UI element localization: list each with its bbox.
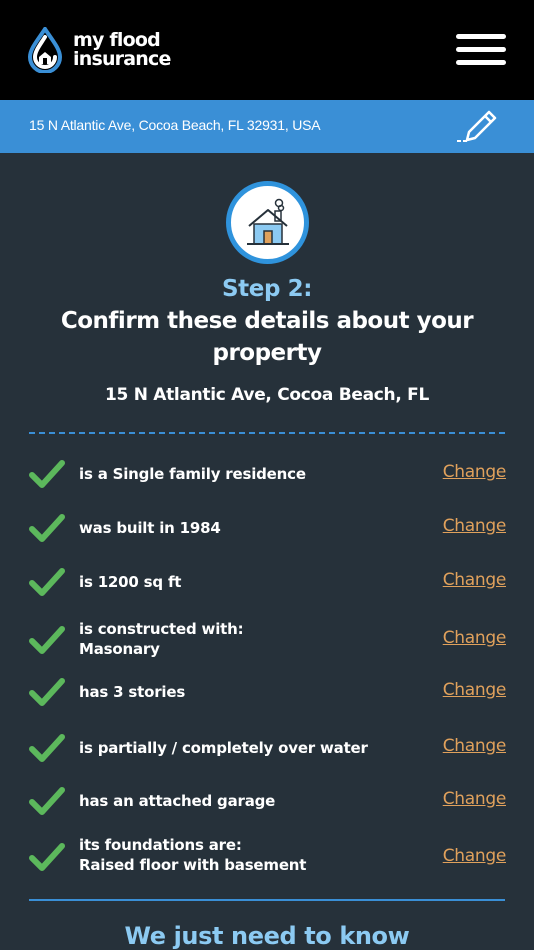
detail-text: is constructed with: <box>79 620 244 638</box>
page-title: Confirm these details about your propert… <box>60 308 474 366</box>
menu-bar <box>456 47 506 52</box>
step-label: Step 2: <box>221 276 313 302</box>
detail-row-stories: has 3 stories Change <box>0 670 534 720</box>
change-over-water-link[interactable]: Change <box>440 736 507 756</box>
edit-address-button[interactable] <box>455 108 501 144</box>
detail-row-residence-type: is a Single family residence Change <box>0 452 534 502</box>
detail-row-construction: is constructed with: Masonary Change <box>0 614 534 664</box>
detail-row-foundations: its foundations are: Raised floor with b… <box>0 831 534 881</box>
detail-text: was built in 1984 <box>79 519 221 537</box>
check-icon <box>29 843 65 871</box>
detail-text: has an attached garage <box>79 792 276 810</box>
change-construction-link[interactable]: Change <box>440 628 507 648</box>
change-foundations-link[interactable]: Change <box>440 846 507 866</box>
detail-row-over-water: is partially / completely over water Cha… <box>0 726 534 776</box>
change-square-footage-link[interactable]: Change <box>440 570 507 590</box>
detail-text: is a Single family residence <box>79 465 306 483</box>
detail-row-garage: has an attached garage Change <box>0 779 534 829</box>
menu-bar <box>456 60 506 65</box>
section-divider <box>29 899 505 901</box>
detail-text-value: Raised floor with basement <box>79 856 307 874</box>
brand-logo[interactable]: my flood insurance <box>26 26 171 74</box>
water-drop-house-icon <box>27 27 63 73</box>
dashed-divider <box>29 432 505 434</box>
menu-bar <box>456 34 506 39</box>
page: my flood insurance 15 N Atlantic Ave, Co… <box>0 0 534 950</box>
check-icon <box>29 568 65 596</box>
detail-text: is 1200 sq ft <box>79 573 182 591</box>
change-stories-link[interactable]: Change <box>440 680 507 700</box>
detail-text: is partially / completely over water <box>79 739 368 757</box>
house-illustration <box>247 198 289 245</box>
check-icon <box>29 787 65 815</box>
pencil-icon <box>457 110 497 142</box>
check-icon <box>29 514 65 542</box>
check-icon <box>29 626 65 654</box>
logo-wordmark: my flood insurance <box>73 31 171 69</box>
top-header: my flood insurance <box>0 0 534 100</box>
detail-text-value: Masonary <box>79 640 160 658</box>
detail-text: has 3 stories <box>79 683 186 701</box>
detail-row-square-footage: is 1200 sq ft Change <box>0 560 534 610</box>
logo-line-2: insurance <box>73 48 171 70</box>
section-heading: We just need to know <box>124 922 410 950</box>
check-icon <box>29 734 65 762</box>
check-icon <box>29 460 65 488</box>
address-bar: 15 N Atlantic Ave, Cocoa Beach, FL 32931… <box>0 100 534 153</box>
detail-row-year-built: was built in 1984 Change <box>0 506 534 556</box>
change-residence-type-link[interactable]: Change <box>440 462 507 482</box>
full-address: 15 N Atlantic Ave, Cocoa Beach, FL 32931… <box>29 117 321 133</box>
hamburger-menu-icon[interactable] <box>456 32 506 68</box>
change-year-built-link[interactable]: Change <box>440 516 507 536</box>
house-icon <box>226 181 309 264</box>
property-address: 15 N Atlantic Ave, Cocoa Beach, FL <box>105 385 429 405</box>
check-icon <box>29 678 65 706</box>
change-garage-link[interactable]: Change <box>440 789 507 809</box>
detail-text: its foundations are: <box>79 836 242 854</box>
